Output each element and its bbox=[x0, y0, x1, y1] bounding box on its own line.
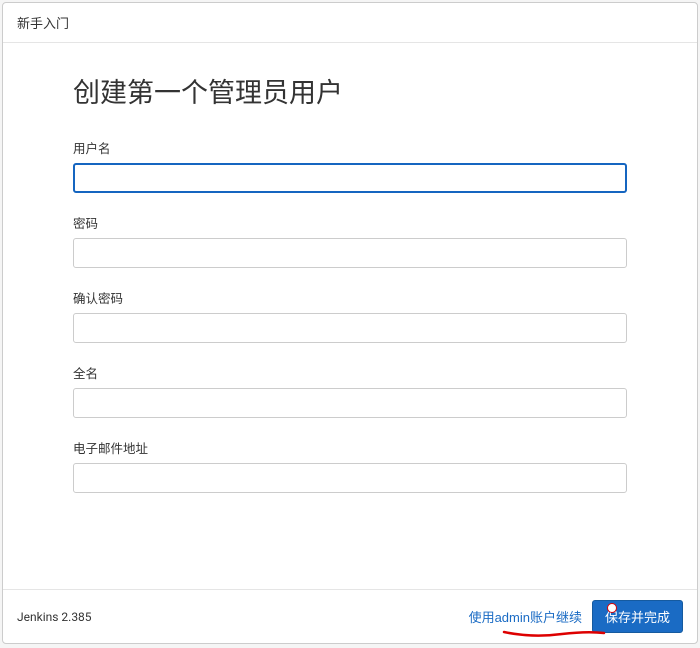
modal-content: 创建第一个管理员用户 用户名 密码 确认密码 全名 电子邮件地址 bbox=[3, 43, 697, 589]
page-title: 创建第一个管理员用户 bbox=[73, 71, 627, 110]
confirm-password-input[interactable] bbox=[73, 313, 627, 343]
email-label: 电子邮件地址 bbox=[73, 438, 627, 457]
confirm-password-group: 确认密码 bbox=[73, 288, 627, 343]
username-label: 用户名 bbox=[73, 138, 627, 157]
skip-as-admin-link[interactable]: 使用admin账户继续 bbox=[469, 607, 582, 626]
fullname-group: 全名 bbox=[73, 363, 627, 418]
modal-footer: Jenkins 2.385 使用admin账户继续 保存并完成 bbox=[3, 589, 697, 643]
email-input[interactable] bbox=[73, 463, 627, 493]
confirm-password-label: 确认密码 bbox=[73, 288, 627, 307]
version-text: Jenkins 2.385 bbox=[17, 610, 92, 624]
password-group: 密码 bbox=[73, 213, 627, 268]
modal-header: 新手入门 bbox=[3, 3, 697, 43]
password-input[interactable] bbox=[73, 238, 627, 268]
fullname-input[interactable] bbox=[73, 388, 627, 418]
header-title: 新手入门 bbox=[17, 17, 69, 32]
save-and-finish-button[interactable]: 保存并完成 bbox=[592, 600, 683, 633]
email-group: 电子邮件地址 bbox=[73, 438, 627, 493]
username-input[interactable] bbox=[73, 163, 627, 193]
setup-wizard-modal: 新手入门 创建第一个管理员用户 用户名 密码 确认密码 全名 电子邮件地址 bbox=[2, 2, 698, 644]
footer-actions: 使用admin账户继续 保存并完成 bbox=[469, 600, 683, 633]
password-label: 密码 bbox=[73, 213, 627, 232]
username-group: 用户名 bbox=[73, 138, 627, 193]
fullname-label: 全名 bbox=[73, 363, 627, 382]
